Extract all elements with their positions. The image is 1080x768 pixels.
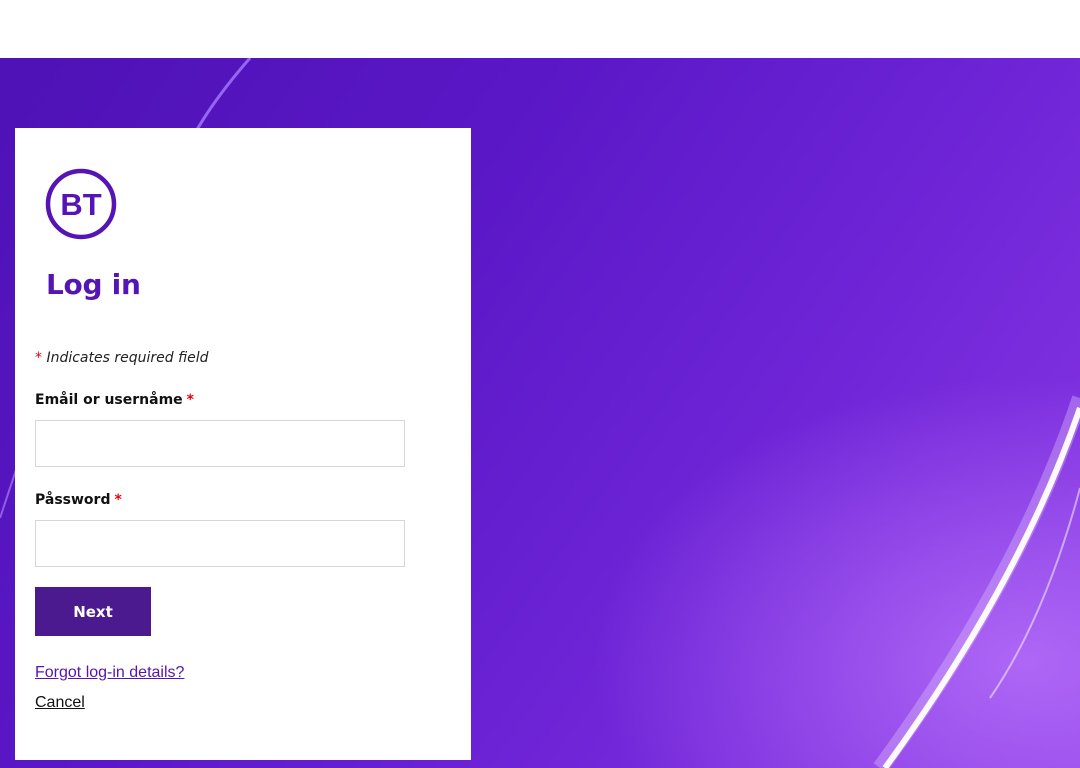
required-note-text: Indicates required field	[46, 350, 209, 366]
bt-logo-text: BT	[60, 187, 101, 222]
password-input[interactable]	[35, 520, 405, 567]
password-label: Påssword *	[35, 492, 122, 508]
bt-logo-icon: BT	[45, 168, 117, 240]
email-label-text: Emåil or usernåme	[35, 392, 183, 408]
top-header-bar	[0, 0, 1080, 58]
email-required-star: *	[186, 392, 194, 408]
password-required-star: *	[114, 492, 122, 508]
next-button[interactable]: Next	[35, 587, 151, 636]
cancel-link[interactable]: Cancel	[35, 694, 85, 712]
password-label-text: Påssword	[35, 492, 111, 508]
email-label: Emåil or usernåme *	[35, 392, 194, 408]
login-card: BT Log in * Indicates required field Emå…	[15, 128, 471, 760]
email-input[interactable]	[35, 420, 405, 467]
required-star: *	[35, 350, 42, 366]
forgot-login-link[interactable]: Forgot log-in details?	[35, 664, 184, 682]
required-field-note: * Indicates required field	[35, 350, 209, 366]
page-title: Log in	[46, 268, 141, 301]
